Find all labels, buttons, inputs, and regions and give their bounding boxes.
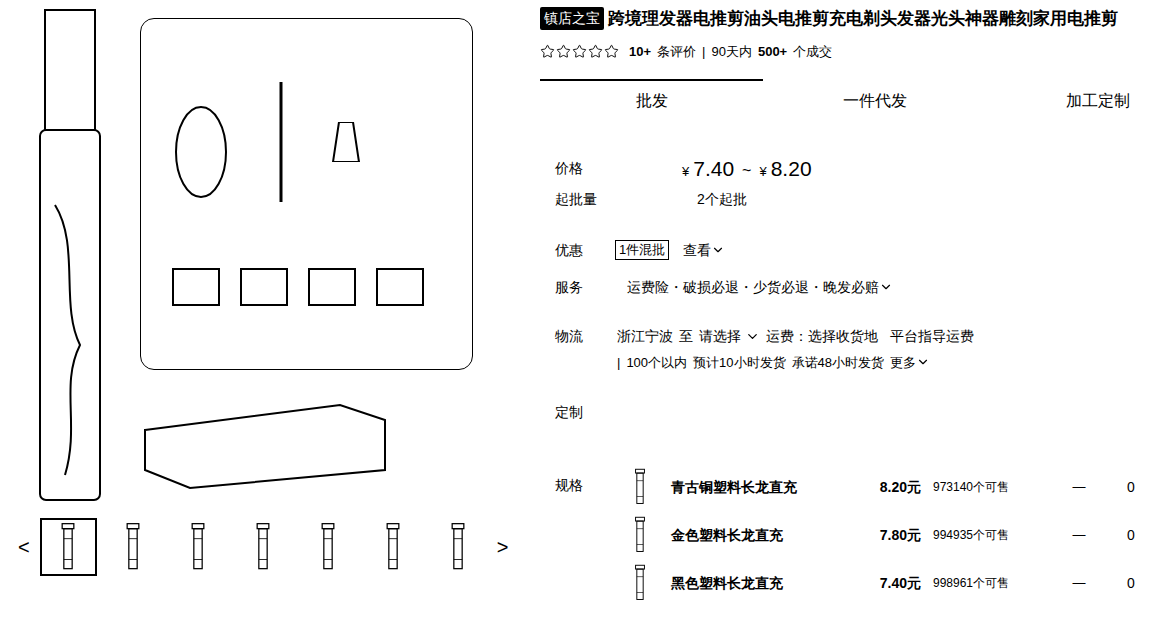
trimmer-icon (188, 522, 208, 572)
spec-price: 8.20元 (871, 477, 921, 498)
spec-name: 金色塑料长龙直充 (671, 525, 871, 546)
field-label: 起批量 (540, 189, 615, 210)
chevron-down-icon (916, 355, 930, 369)
trimmer-icon (318, 522, 338, 572)
spec-thumbnail[interactable] (623, 467, 657, 507)
star-icon (588, 44, 603, 59)
spec-row: 金色塑料长龙直充7.80元 994935个可售 — 0 (615, 501, 1141, 569)
tab[interactable]: 加工定制 (986, 79, 1174, 119)
trimmer-icon (632, 516, 648, 554)
thumbnail[interactable] (170, 518, 227, 576)
comb-icon (375, 267, 425, 307)
spec-price: 7.80元 (871, 525, 921, 546)
spec-stock: 994935个可售 (933, 527, 1013, 544)
comb-icon (171, 267, 221, 307)
thumbnail[interactable] (40, 518, 97, 576)
price-row: 价格¥7.40~¥8.20 (540, 153, 1174, 185)
field-label: 价格 (540, 158, 615, 179)
promo-tag: 1件混批 (615, 240, 669, 260)
trimmer-icon (123, 522, 143, 572)
tab[interactable]: 一件代发 (763, 79, 986, 119)
accessories-panel (140, 18, 473, 370)
comb-icon (307, 267, 357, 307)
qty-value[interactable]: 0 (1121, 573, 1141, 594)
trimmer-icon (253, 522, 273, 572)
package-box-icon (140, 400, 390, 490)
trimmer-icon (632, 468, 648, 506)
trimmer-icon (383, 522, 403, 572)
field-label: 物流 (540, 326, 615, 373)
spec-stock: 998961个可售 (933, 575, 1013, 592)
product-photo-icon (20, 5, 120, 505)
product-page: <>镇店之宝跨境理发器电推剪油头电推剪充电剃头发器光头神器雕刻家用电推剪10+条… (0, 0, 1174, 635)
title-row: 镇店之宝跨境理发器电推剪油头电推剪充电剃头发器光头神器雕刻家用电推剪 (540, 0, 1174, 32)
thumbnail[interactable] (105, 518, 162, 576)
field-label: 优惠 (540, 240, 615, 261)
main-image (0, 0, 505, 510)
thumbnail[interactable] (235, 518, 292, 576)
thumbnail[interactable] (300, 518, 357, 576)
field-label: 规格 (540, 475, 615, 617)
badge: 镇店之宝 (540, 7, 604, 30)
promo-row: 优惠1件混批查看 (540, 240, 1174, 261)
chevron-down-icon (879, 280, 893, 294)
gallery: <> (0, 0, 540, 635)
qty-value[interactable]: 0 (1121, 477, 1141, 498)
spec-thumbnail[interactable] (623, 515, 657, 555)
qty-minus[interactable]: — (1069, 573, 1089, 593)
product-info: 镇店之宝跨境理发器电推剪油头电推剪充电剃头发器光头神器雕刻家用电推剪 10+条评价… (540, 0, 1174, 635)
qty-value[interactable]: 0 (1121, 525, 1141, 546)
usb-cable-icon (171, 82, 231, 202)
spec-row: 黑色塑料长龙直充7.40元 998961个可售 — 0 (615, 549, 1141, 617)
spec-row: 青古铜塑料长龙直充8.20元 973140个可售 — 0 (615, 453, 1141, 521)
spec-price: 7.40元 (871, 573, 921, 594)
field-label: 服务 (540, 277, 615, 298)
thumbnail[interactable] (365, 518, 422, 576)
more-link[interactable]: 更多 (890, 353, 930, 373)
star-icon (540, 44, 555, 59)
qty-minus[interactable]: — (1069, 525, 1089, 545)
brush-icon (271, 82, 291, 202)
trimmer-icon (58, 522, 78, 572)
star-icon (572, 44, 587, 59)
rating-row: 10+条评价|90天内500+个成交 (540, 42, 1174, 62)
star-icon (556, 44, 571, 59)
moq-row: 起批量2个起批 (540, 189, 1174, 210)
chevron-down-icon (711, 243, 725, 257)
star-icon (604, 44, 619, 59)
spec-thumbnail[interactable] (623, 563, 657, 603)
field-label: 定制 (540, 402, 615, 423)
thumbnail-strip: <> (0, 518, 540, 576)
promo-link[interactable]: 查看 (683, 240, 725, 261)
qty-minus[interactable]: — (1069, 477, 1089, 497)
spec-section: 规格青古铜塑料长龙直充8.20元973140个可售—0金色塑料长龙直充7.80元… (540, 475, 1174, 617)
custom-row: 定制 (540, 402, 1174, 423)
oil-bottle-icon (331, 122, 361, 162)
spec-stock: 973140个可售 (933, 479, 1013, 496)
logistics-row: 物流浙江宁波至请选择运费：选择收货地平台指导运费|100个以内预计10小时发货承… (540, 326, 1174, 373)
spec-name: 青古铜塑料长龙直充 (671, 477, 871, 498)
comb-icon (239, 267, 289, 307)
next-button[interactable]: > (495, 537, 511, 557)
prev-button[interactable]: < (16, 537, 32, 557)
trimmer-icon (448, 522, 468, 572)
tab[interactable]: 批发 (540, 79, 763, 119)
spec-name: 黑色塑料长龙直充 (671, 573, 871, 594)
trimmer-icon (632, 564, 648, 602)
service-row: 服务运费险・破损必退・少货必退・晚发必赔 (540, 277, 1174, 298)
product-title: 跨境理发器电推剪油头电推剪充电剃头发器光头神器雕刻家用电推剪 (608, 6, 1118, 32)
thumbnail[interactable] (430, 518, 487, 576)
destination-select[interactable]: 请选择 (699, 326, 760, 347)
tab-bar: 批发一件代发加工定制 (540, 79, 1174, 119)
chevron-down-icon (745, 329, 760, 344)
